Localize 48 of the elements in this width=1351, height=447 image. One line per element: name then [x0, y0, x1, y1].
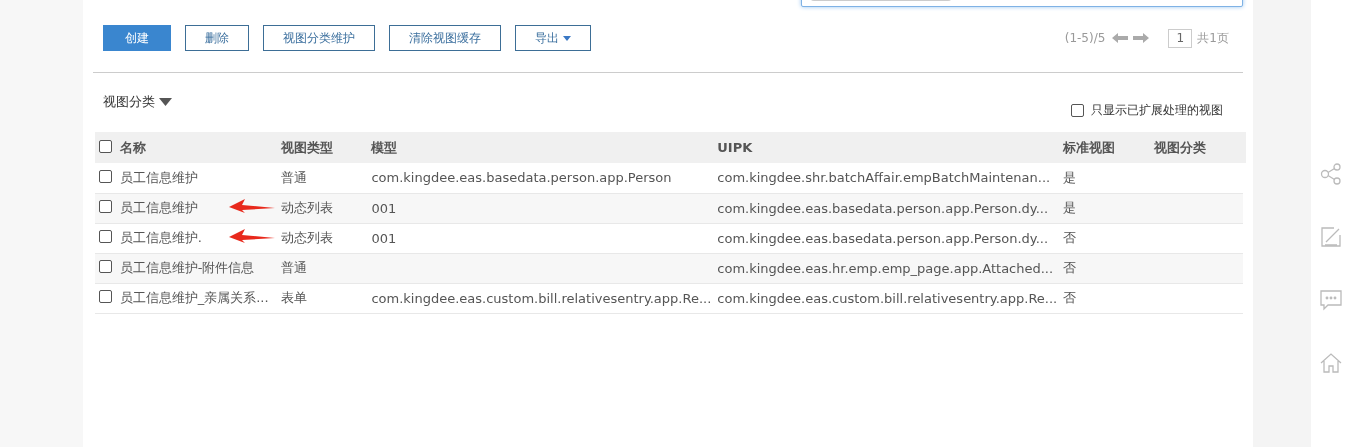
table-cell: com.kingdee.eas.custom.bill.relativesentry.app.Re... [371, 290, 712, 306]
checkbox[interactable] [99, 290, 112, 303]
column-header[interactable]: UIPK [714, 132, 1061, 163]
table-cell: com.kingdee.eas.basedata.person.app.Person.dy... [717, 230, 1049, 246]
page-number-field[interactable]: 1 [1168, 28, 1193, 48]
column-header[interactable]: 视图类型 [277, 132, 369, 163]
checkbox[interactable] [99, 260, 112, 273]
table-cell: 否 [1063, 290, 1077, 305]
column-header[interactable]: 名称 [116, 132, 278, 163]
checkbox[interactable] [1071, 104, 1084, 117]
table-cell: 否 [1063, 260, 1077, 275]
checkbox[interactable] [99, 139, 112, 153]
table-cell: 动态列表 [280, 200, 333, 215]
table-cell: 员工信息维护 [119, 200, 198, 215]
page-total: 共1页 [1197, 29, 1229, 47]
toolbar-button[interactable]: 视图分类维护 [263, 25, 375, 51]
table-cell: 普通 [280, 260, 307, 275]
toolbar-button[interactable]: 清除视图缓存 [389, 25, 501, 51]
table-cell: 否 [1063, 230, 1077, 245]
category-dropdown[interactable]: 视图分类 [103, 93, 172, 111]
table-cell: 001 [371, 230, 397, 246]
table-cell: com.kingdee.eas.basedata.person.app.Person.dy... [717, 200, 1049, 216]
table-cell: com.kingdee.eas.custom.bill.relativesentry.app.Re... [717, 290, 1058, 306]
checkbox[interactable] [99, 230, 112, 243]
table-cell: com.kingdee.shr.batchAffair.empBatchMaintenan... [717, 170, 1051, 186]
column-header[interactable]: 模型 [368, 132, 715, 163]
table-cell: 普通 [280, 169, 307, 185]
table-cell: 员工信息维护_亲属关系... [119, 290, 269, 305]
export-dropdown[interactable]: 导出 [515, 25, 591, 51]
table-cell: 是 [1063, 169, 1077, 185]
checkbox[interactable] [99, 200, 112, 213]
caret-icon [563, 35, 571, 41]
table-cell: 员工信息维护-附件信息 [119, 260, 255, 275]
table-cell: com.kingdee.eas.hr.emp.emp_page.app.Attached... [717, 260, 1054, 276]
toolbar-button[interactable]: 删除 [185, 25, 249, 51]
caret-icon [159, 98, 172, 106]
checkbox-label: 只显示已扩展处理的视图 [1091, 102, 1223, 119]
checkbox[interactable] [99, 169, 112, 183]
table-cell: com.kingdee.eas.basedata.person.app.Person [371, 170, 672, 186]
column-header[interactable]: 标准视图 [1060, 132, 1151, 163]
table-cell: 001 [371, 200, 397, 216]
table-cell: 动态列表 [280, 230, 333, 245]
table-cell: 是 [1063, 200, 1077, 215]
table-cell: 表单 [280, 290, 307, 305]
table-cell: 员工信息维护. [119, 230, 202, 245]
page-range: (1-5)/5 [1064, 31, 1106, 45]
table-cell: 员工信息维护 [119, 169, 198, 185]
toolbar-button[interactable]: 创建 [103, 25, 171, 51]
